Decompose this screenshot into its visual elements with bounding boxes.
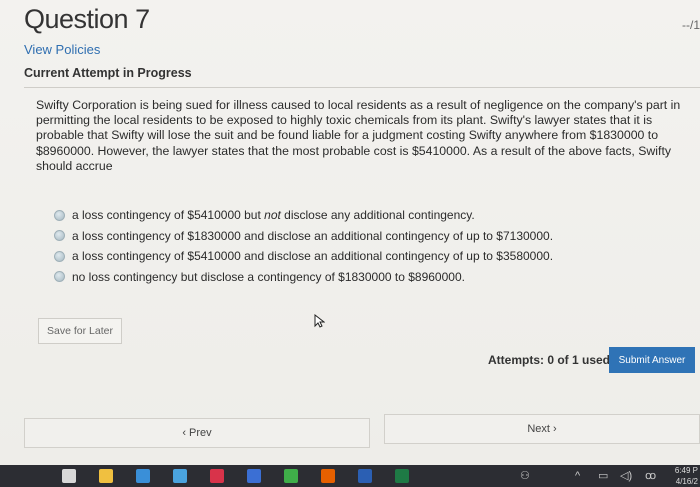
question-title: Question 7 (24, 4, 150, 34)
prev-button[interactable]: ‹ Prev (24, 418, 370, 448)
radio-button[interactable] (54, 250, 65, 262)
option-label: a loss contingency of $5410000 but not d… (72, 208, 475, 223)
answer-option-3[interactable]: a loss contingency of $5410000 and discl… (54, 246, 553, 267)
chevron-up-icon[interactable]: ^ (575, 469, 580, 483)
windows-icon[interactable] (62, 469, 76, 483)
mail-icon[interactable] (173, 469, 187, 483)
battery-icon[interactable]: ▭ (598, 469, 608, 483)
save-for-later-button[interactable]: Save for Later (38, 318, 122, 344)
people-icon[interactable]: ⚇ (520, 469, 530, 483)
store-icon[interactable] (136, 469, 150, 483)
answer-option-4[interactable]: no loss contingency but disclose a conti… (54, 267, 553, 288)
question-text: Swifty Corporation is being sued for ill… (36, 98, 681, 173)
submit-answer-button[interactable]: Submit Answer (609, 347, 695, 373)
answer-option-2[interactable]: a loss contingency of $1830000 and discl… (54, 226, 553, 247)
option-label: no loss contingency but disclose a conti… (72, 269, 465, 284)
answer-option-1[interactable]: a loss contingency of $5410000 but not d… (54, 205, 553, 226)
taskbar: ⚇ ^ ▭ ◁) ꝏ 6:49 P 4/16/2 (0, 465, 700, 487)
system-clock[interactable]: 6:49 P 4/16/2 (675, 465, 698, 487)
option-label: a loss contingency of $5410000 and discl… (72, 249, 554, 264)
radio-button[interactable] (54, 209, 65, 221)
app-m-icon[interactable] (210, 469, 224, 483)
clock-date: 4/16/2 (675, 477, 698, 486)
next-button[interactable]: Next › (384, 414, 700, 444)
volume-icon[interactable]: ◁) (620, 469, 632, 483)
radio-button[interactable] (54, 230, 65, 242)
tray-app-icon[interactable]: ꝏ (645, 469, 656, 483)
attempts-counter: Attempts: 0 of 1 used (488, 353, 611, 367)
chrome-icon[interactable] (284, 469, 298, 483)
radio-button[interactable] (54, 271, 65, 283)
question-score: --/1 (682, 18, 700, 32)
word-icon[interactable] (358, 469, 372, 483)
view-policies-link[interactable]: View Policies (24, 42, 100, 57)
answer-options: a loss contingency of $5410000 but not d… (54, 205, 553, 287)
quiz-page: Question 7 --/1 View Policies Current At… (0, 0, 700, 465)
clock-time: 6:49 P (674, 466, 698, 475)
excel-icon[interactable] (395, 469, 409, 483)
header-divider (24, 87, 700, 88)
firefox-icon[interactable] (321, 469, 335, 483)
option-label: a loss contingency of $1830000 and discl… (72, 228, 554, 243)
file-explorer-icon[interactable] (99, 469, 113, 483)
attempt-status: Current Attempt in Progress (24, 66, 192, 80)
mouse-cursor-icon (314, 314, 325, 328)
app-d-icon[interactable] (247, 469, 261, 483)
